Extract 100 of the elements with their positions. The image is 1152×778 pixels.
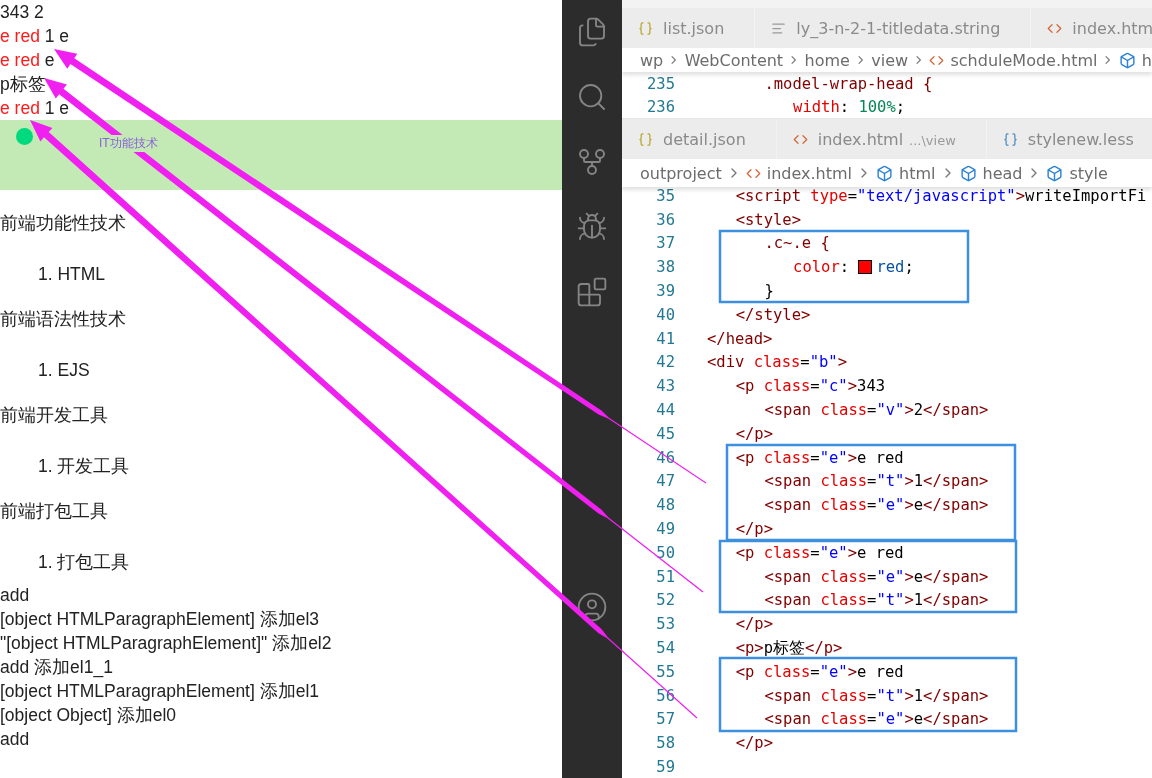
breadcrumb-item[interactable]: html xyxy=(876,163,936,183)
code-line: </p> xyxy=(734,615,774,634)
code-line: <span class="e">e</span> xyxy=(763,567,989,586)
output-line: 343 2 xyxy=(0,1,44,24)
editor-tab[interactable]: list.json xyxy=(622,8,756,48)
files-icon[interactable] xyxy=(576,16,608,48)
code-line: </p> xyxy=(734,734,774,753)
braces-icon xyxy=(638,131,653,147)
line-number: 54 xyxy=(655,639,675,658)
breadcrumb-item[interactable]: style xyxy=(1046,163,1108,183)
section-heading: 前端打包工具 xyxy=(0,500,108,523)
editor-tab[interactable]: stylenew.less xyxy=(986,119,1152,159)
output-line: e red 1 e xyxy=(0,97,70,120)
code-line: <span class="e">e</span> xyxy=(763,496,989,515)
line-number: 55 xyxy=(655,662,675,681)
cube-icon xyxy=(876,164,894,182)
line-number: 41 xyxy=(655,329,675,348)
editor-tab[interactable]: index.html ...\view xyxy=(776,119,987,159)
section-heading: 前端语法性技术 xyxy=(0,308,126,331)
line-number: 52 xyxy=(655,591,675,610)
line-number: 59 xyxy=(655,758,675,776)
line-number: 42 xyxy=(655,353,675,372)
line-number: 48 xyxy=(655,496,675,515)
line-number: 236 xyxy=(646,97,675,116)
banner-label: IT功能技术 xyxy=(99,135,158,152)
log-line: add xyxy=(0,728,30,751)
line-number: 43 xyxy=(655,377,675,396)
bug-icon[interactable] xyxy=(576,211,608,243)
line-number: 37 xyxy=(655,234,675,253)
editor-tab[interactable]: index.htm xyxy=(1031,8,1152,48)
code-line: <span class="v">2</span> xyxy=(763,401,989,420)
line-number: 58 xyxy=(655,734,675,753)
code-line: .model-wrap-head { xyxy=(763,74,933,93)
breadcrumb-item[interactable]: h xyxy=(1118,50,1152,70)
output-line: e red 1 e xyxy=(0,25,70,48)
code-line: color: red; xyxy=(792,258,914,277)
breadcrumb-item[interactable]: schduleMode.html xyxy=(929,50,1098,70)
line-number: 56 xyxy=(655,686,675,705)
section-heading: 前端功能性技术 xyxy=(0,212,126,235)
line-number: 45 xyxy=(655,424,675,443)
editor-tab[interactable]: ly_3-n-2-1-titledata.string xyxy=(755,8,1032,48)
breadcrumb-item[interactable]: wp xyxy=(640,50,664,70)
search-icon[interactable] xyxy=(576,81,608,113)
log-line: [object HTMLParagraphElement] 添加el3 xyxy=(0,608,320,631)
line-number: 50 xyxy=(655,543,675,562)
braces-icon xyxy=(1002,131,1018,147)
code-line: <span class="e">e</span> xyxy=(763,710,989,729)
blocks-icon[interactable] xyxy=(576,276,608,308)
output-line: e red e xyxy=(0,49,55,72)
code-line: <style> xyxy=(734,210,802,229)
code-line: <p>p标签</p> xyxy=(734,637,843,659)
cube-icon xyxy=(1118,51,1136,69)
cube-icon xyxy=(959,164,977,182)
line-number: 49 xyxy=(655,520,675,539)
breadcrumb-item[interactable]: index.html xyxy=(745,163,853,183)
output-line: p标签 xyxy=(0,73,46,96)
code-line: } xyxy=(763,282,774,301)
branch-icon[interactable] xyxy=(576,146,608,178)
code-line: <p class="e">e red xyxy=(734,543,904,562)
line-number: 51 xyxy=(655,567,675,586)
code-line: <span class="t">1</span> xyxy=(763,472,989,491)
line-number: 39 xyxy=(655,282,675,301)
log-line: "[object HTMLParagraphElement]" 添加el2 xyxy=(0,632,332,655)
line-number: 44 xyxy=(655,401,675,420)
code-line: </style> xyxy=(734,305,811,324)
dot-icon xyxy=(16,128,33,145)
code-line: <div class="b"> xyxy=(707,353,847,372)
line-number: 38 xyxy=(655,258,675,277)
editor-tab[interactable]: detail.json xyxy=(622,119,777,159)
code-line: <span class="t">1</span> xyxy=(763,686,989,705)
code-line: </p> xyxy=(734,520,774,539)
breadcrumb-item[interactable]: view xyxy=(871,50,909,70)
code-line: </head> xyxy=(707,329,773,348)
cube-icon xyxy=(1046,164,1064,182)
line-number: 53 xyxy=(655,615,675,634)
line-number: 57 xyxy=(655,710,675,729)
line-number: 40 xyxy=(655,305,675,324)
log-line: add xyxy=(0,584,30,607)
list-item: 1. EJS xyxy=(38,359,90,382)
lines-icon xyxy=(771,20,787,36)
code-line: width: 100%; xyxy=(792,97,906,116)
line-number: 36 xyxy=(655,210,675,229)
line-number: 47 xyxy=(655,472,675,491)
code-line: <script type="text/javascript">writeImportFi xyxy=(734,186,1147,205)
log-line: add 添加el1_1 xyxy=(0,656,113,679)
code-line: <p class="e">e red xyxy=(734,448,904,467)
breadcrumb-item[interactable]: head xyxy=(959,163,1023,183)
color-swatch-icon xyxy=(858,260,873,275)
log-line: [object HTMLParagraphElement] 添加el1 xyxy=(0,680,320,703)
code-line: <p class="c">343 xyxy=(734,377,886,396)
log-line: [object Object] 添加el0 xyxy=(0,704,177,727)
breadcrumb-item[interactable]: WebContent xyxy=(684,50,784,70)
breadcrumb-item[interactable]: home xyxy=(804,50,850,70)
breadcrumb-item[interactable]: outproject xyxy=(640,163,722,183)
code-line: </p> xyxy=(734,424,774,443)
list-item: 1. 开发工具 xyxy=(38,455,130,478)
code-line: <span class="t">1</span> xyxy=(763,591,989,610)
code-line: <p class="e">e red xyxy=(734,662,904,681)
list-item: 1. 打包工具 xyxy=(38,551,130,574)
line-number: 235 xyxy=(646,74,675,93)
